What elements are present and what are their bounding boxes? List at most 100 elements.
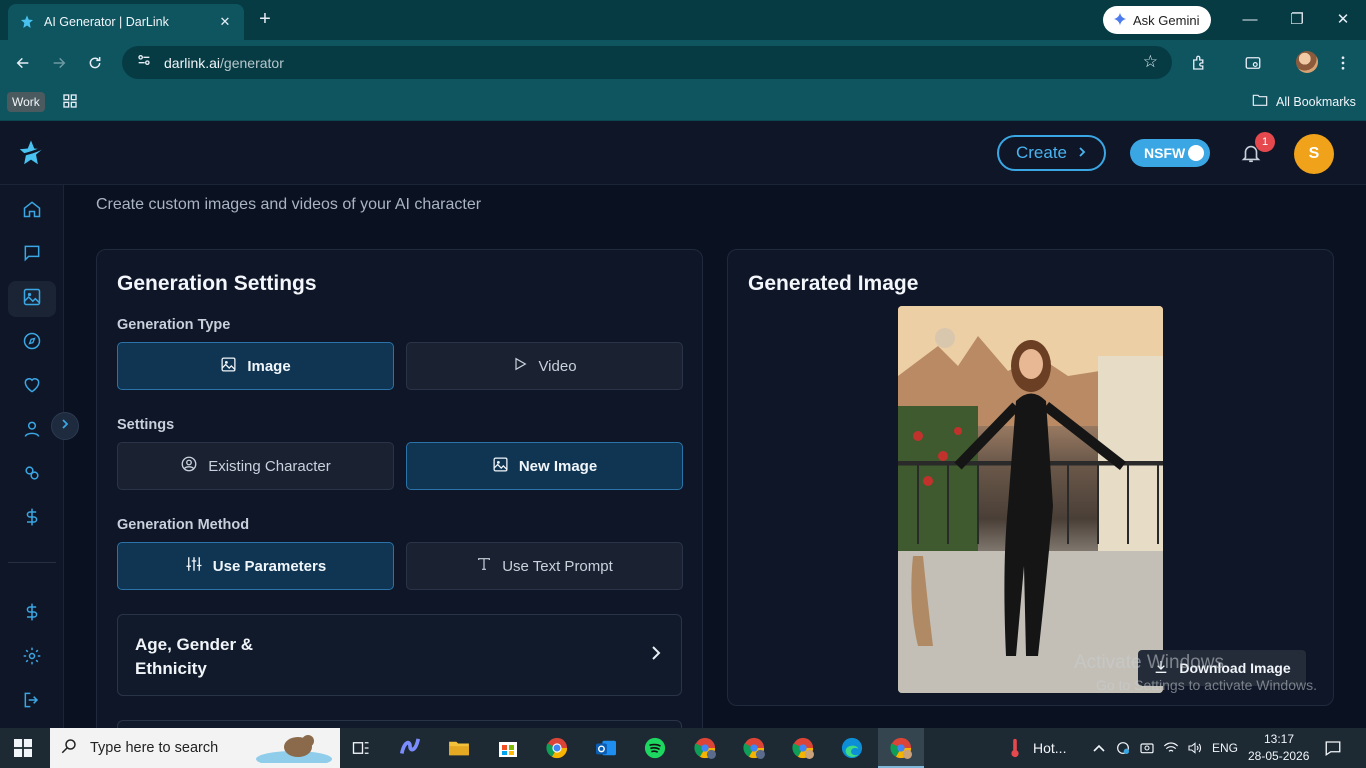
task-view-icon[interactable] [348, 736, 374, 760]
sidebar-item-settings[interactable] [8, 640, 56, 676]
sidebar-item-chat[interactable] [8, 237, 56, 273]
bookmark-star-icon[interactable]: ☆ [1143, 52, 1158, 72]
sidebar-item-explore[interactable] [8, 325, 56, 361]
page-subtitle: Create custom images and videos of your … [96, 196, 482, 213]
windows-start-icon[interactable] [14, 739, 32, 762]
close-window-icon[interactable]: ✕ [1331, 8, 1355, 32]
extensions-icon[interactable] [1186, 50, 1212, 76]
clock-time[interactable]: 13:17 [1264, 732, 1294, 746]
new-image-button[interactable]: New Image [406, 442, 683, 490]
generation-settings-panel: Generation Settings Generation Type Imag… [96, 249, 703, 760]
toggle-knob [1188, 145, 1204, 161]
sidebar-item-characters[interactable] [8, 457, 56, 493]
taskbar-search-input[interactable]: Type here to search [50, 728, 340, 768]
reload-icon[interactable] [82, 50, 108, 76]
menu-kebab-icon[interactable] [1330, 50, 1356, 76]
existing-character-label: Existing Character [208, 457, 331, 475]
url-input[interactable]: darlink.ai/generator ☆ [122, 46, 1172, 79]
restore-icon[interactable]: ❐ [1285, 8, 1309, 32]
camera-icon[interactable] [1134, 736, 1160, 760]
use-parameters-label: Use Parameters [212, 557, 327, 575]
volume-icon[interactable] [1182, 736, 1208, 760]
new-tab-button[interactable]: + [254, 8, 276, 30]
text-icon [476, 556, 492, 576]
apps-grid-icon[interactable] [62, 93, 78, 114]
existing-character-button[interactable]: Existing Character [117, 442, 394, 490]
sidebar-item-logout[interactable] [8, 684, 56, 720]
chrome-active-icon[interactable] [888, 736, 914, 760]
expand-sidebar-button[interactable] [51, 412, 79, 440]
watermark-line1: Activate Windows [1074, 652, 1224, 673]
search-placeholder: Type here to search [90, 740, 219, 756]
browser-profile-avatar[interactable] [1296, 51, 1318, 73]
new-image-label: New Image [518, 457, 598, 475]
sidebar-item-home[interactable] [8, 193, 56, 229]
outlook-icon[interactable] [593, 736, 619, 760]
close-tab-icon[interactable]: ✕ [216, 14, 234, 30]
sidebar-item-profile[interactable] [8, 413, 56, 449]
type-video-label: Video [538, 357, 577, 375]
image-icon [220, 356, 237, 377]
generation-method-label: Generation Method [117, 517, 250, 533]
ask-gemini-button[interactable]: Ask Gemini [1103, 6, 1211, 34]
type-image-button[interactable]: Image [117, 342, 394, 390]
use-parameters-button[interactable]: Use Parameters [117, 542, 394, 590]
network-status-icon[interactable] [1110, 736, 1136, 760]
chrome-profile-r2-icon[interactable] [741, 736, 767, 760]
sidebar-item-billing[interactable] [8, 596, 56, 632]
language-indicator[interactable]: ENG [1212, 741, 1238, 755]
url-text: darlink.ai/generator [164, 54, 284, 71]
app-header: Create NSFW 1 S [0, 121, 1366, 185]
chevron-up-icon[interactable] [1086, 736, 1112, 760]
browser-tab-bar: AI Generator | DarLink ✕ + Ask Gemini — … [0, 0, 1366, 40]
spotify-icon[interactable] [642, 736, 668, 760]
generated-image[interactable] [898, 306, 1163, 693]
all-bookmarks-button[interactable]: All Bookmarks [1252, 93, 1356, 110]
use-text-prompt-label: Use Text Prompt [502, 557, 613, 575]
forward-icon[interactable] [46, 50, 72, 76]
site-info-icon[interactable] [136, 52, 152, 73]
tab-title: AI Generator | DarLink [44, 15, 169, 29]
minimize-icon[interactable]: — [1238, 8, 1262, 32]
file-explorer-icon[interactable] [446, 736, 472, 760]
compass-icon [22, 331, 42, 356]
age-gender-ethnicity-accordion[interactable]: Age, Gender & Ethnicity [117, 614, 682, 696]
generation-type-label: Generation Type [117, 317, 231, 333]
chrome-profile-r-icon[interactable] [692, 736, 718, 760]
darlink-logo-icon[interactable] [16, 138, 46, 173]
dollar-icon [22, 602, 42, 627]
clock-date[interactable]: 28-05-2026 [1248, 749, 1309, 763]
home-icon [22, 199, 42, 224]
work-profile-chip[interactable]: Work [7, 92, 45, 112]
back-icon[interactable] [10, 50, 36, 76]
wifi-icon[interactable] [1158, 736, 1184, 760]
sidebar-item-pricing[interactable] [8, 501, 56, 537]
sidebar-item-favorites[interactable] [8, 369, 56, 405]
microsoft-store-icon[interactable] [495, 736, 521, 760]
darlink-favicon-icon [18, 13, 36, 31]
chevron-right-icon [60, 417, 70, 435]
notifications-center-icon[interactable] [1320, 736, 1346, 760]
user-circle-icon [180, 455, 198, 477]
chrome-profile-3-icon[interactable] [790, 736, 816, 760]
browser-tab[interactable]: AI Generator | DarLink ✕ [8, 4, 244, 40]
edge-icon[interactable] [839, 736, 865, 760]
thermometer-icon[interactable] [1002, 736, 1028, 760]
gear-icon [22, 646, 42, 671]
image-icon [492, 456, 509, 477]
user-avatar[interactable]: S [1294, 134, 1334, 174]
create-button[interactable]: Create [997, 135, 1106, 171]
type-video-button[interactable]: Video [406, 342, 683, 390]
use-text-prompt-button[interactable]: Use Text Prompt [406, 542, 683, 590]
chrome-icon[interactable] [544, 736, 570, 760]
tab-search-icon[interactable] [1240, 50, 1266, 76]
sidebar-item-generator[interactable] [8, 281, 56, 317]
heart-icon [22, 375, 42, 400]
type-image-label: Image [247, 357, 291, 375]
nsfw-toggle[interactable]: NSFW [1130, 139, 1210, 167]
windows-taskbar: Type here to search Hot... ENG 13:17 28-… [0, 728, 1366, 768]
play-icon [512, 356, 528, 376]
weather-text[interactable]: Hot... [1033, 740, 1066, 756]
copilot-icon[interactable] [397, 736, 423, 760]
accordion-title: Age, Gender & Ethnicity [135, 635, 254, 678]
